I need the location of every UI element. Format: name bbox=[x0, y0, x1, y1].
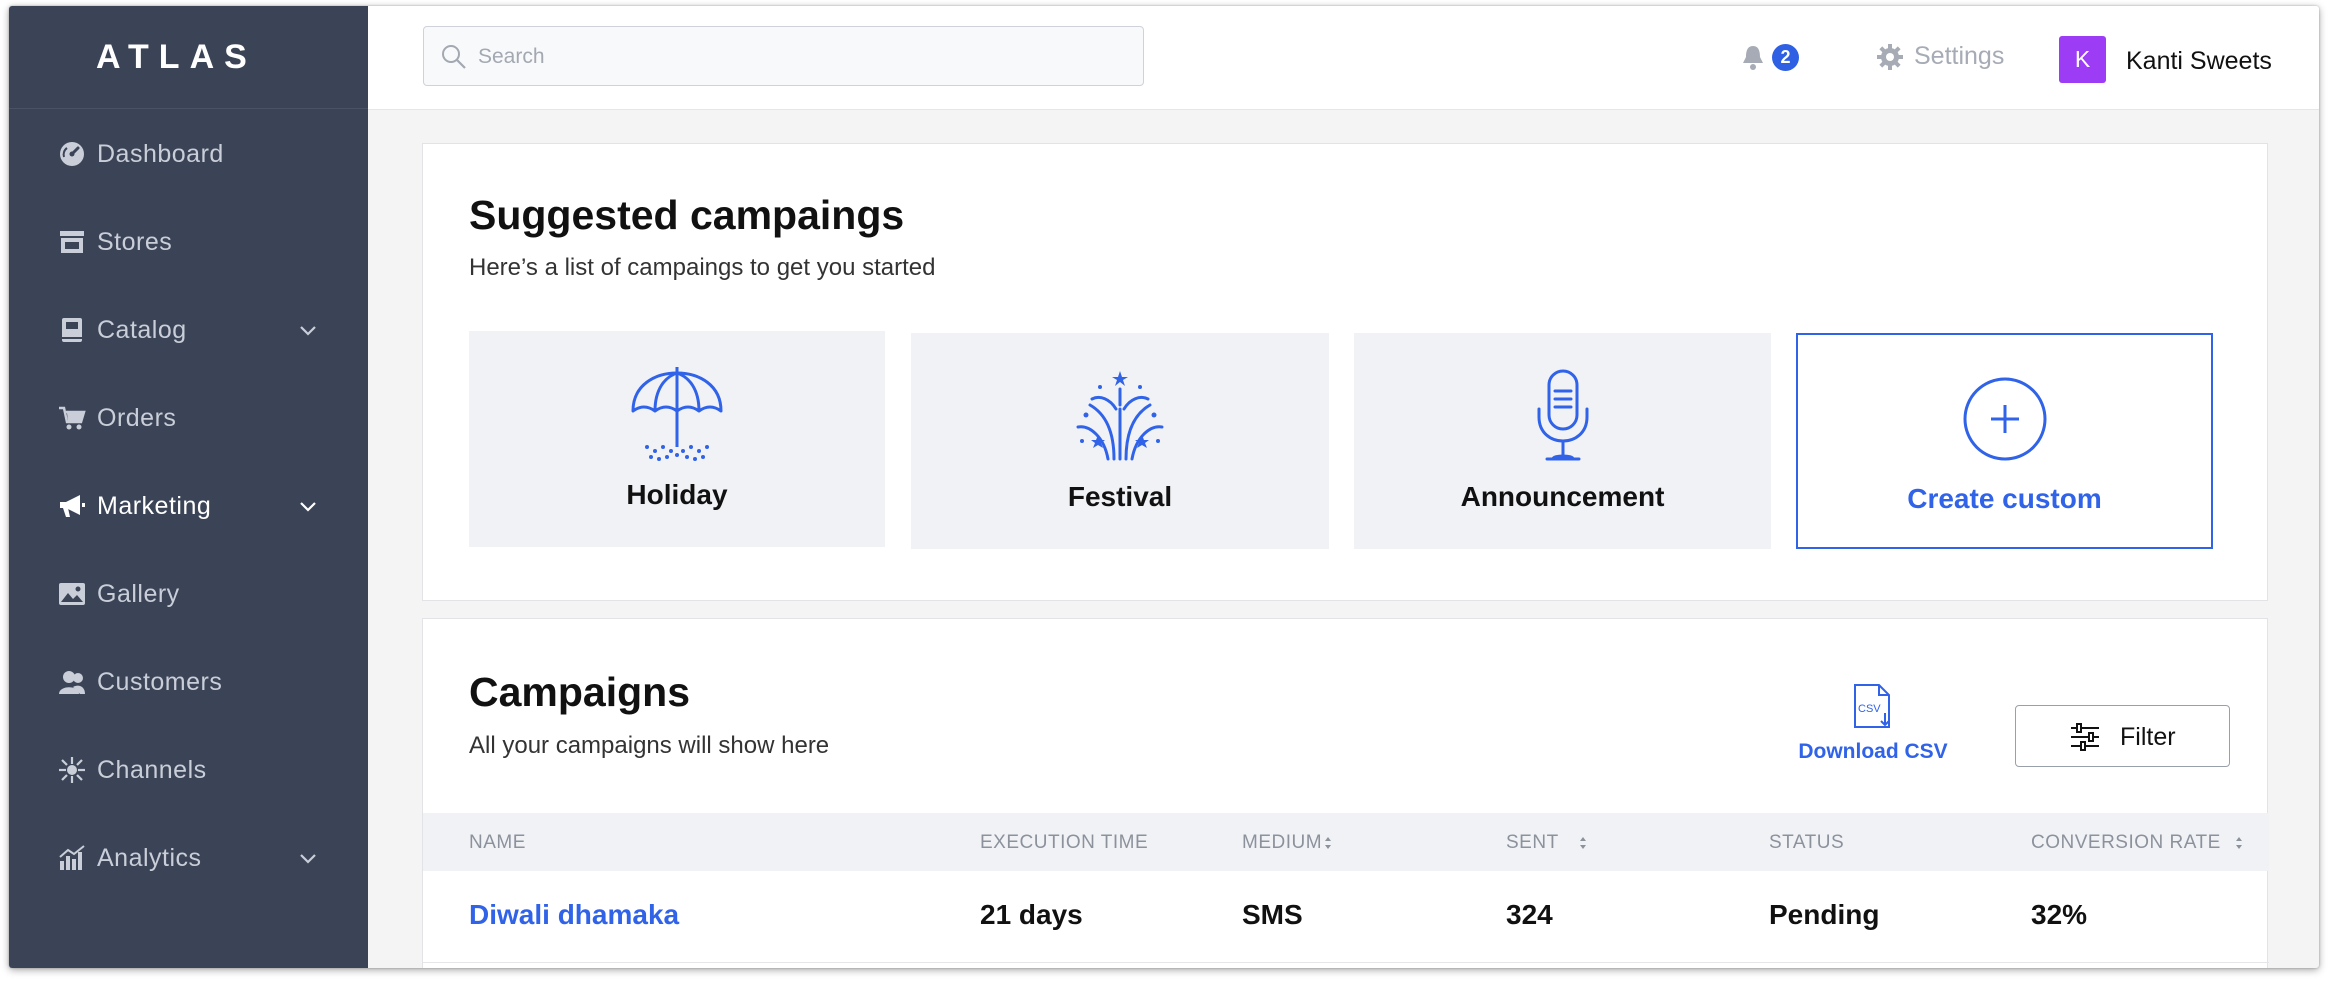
sidebar-item-label: Analytics bbox=[97, 843, 202, 872]
search-input[interactable] bbox=[478, 37, 1118, 77]
app-logo[interactable]: ATLAS bbox=[96, 38, 257, 77]
microphone-icon bbox=[1537, 369, 1588, 461]
sort-icon bbox=[2235, 837, 2242, 849]
sidebar-item-catalog[interactable]: Catalog bbox=[9, 300, 368, 360]
column-label: SENT bbox=[1506, 832, 1559, 853]
column-label: STATUS bbox=[1769, 832, 1845, 853]
conversion-rate-cell: 32% bbox=[2031, 899, 2088, 930]
chevron-down-icon bbox=[300, 326, 316, 336]
sidebar-item-label: Orders bbox=[97, 403, 177, 432]
sidebar-item-marketing[interactable]: Marketing bbox=[9, 476, 368, 536]
column-label: NAME bbox=[469, 832, 526, 853]
gallery-icon bbox=[57, 579, 87, 609]
sort-icon bbox=[1325, 837, 1332, 849]
tile-holiday[interactable]: Holiday bbox=[469, 331, 885, 547]
download-csv-button[interactable]: CSV Download CSV bbox=[1793, 683, 1953, 764]
tile-label: Festival bbox=[1067, 481, 1173, 512]
table-row[interactable]: Diwali dhamaka 21 days SMS 324 Pending 3… bbox=[423, 871, 2269, 963]
plus-circle-icon bbox=[1963, 377, 2046, 461]
tile-announcement[interactable]: Announcement bbox=[1354, 333, 1771, 549]
fireworks-icon bbox=[1076, 371, 1164, 461]
sidebar-item-gallery[interactable]: Gallery bbox=[9, 564, 368, 624]
sent-cell: 324 bbox=[1506, 899, 1553, 930]
sidebar-item-label: Gallery bbox=[97, 579, 180, 608]
settings-link[interactable]: Settings bbox=[1876, 42, 2004, 71]
customers-icon bbox=[57, 667, 87, 697]
column-header-status[interactable]: STATUS bbox=[1769, 832, 1844, 854]
execution-time-cell: 21 days bbox=[980, 899, 1083, 930]
status-cell: Pending bbox=[1769, 899, 1880, 930]
user-name[interactable]: Kanti Sweets bbox=[2126, 47, 2272, 76]
dashboard-icon bbox=[57, 139, 87, 169]
tile-label: Create custom bbox=[1907, 483, 2102, 514]
bell-icon[interactable] bbox=[1742, 44, 1764, 70]
campaigns-card: Campaigns All your campaigns will show h… bbox=[422, 618, 2269, 968]
column-label: MEDIUM bbox=[1242, 832, 1323, 853]
sidebar-item-label: Stores bbox=[97, 227, 173, 256]
top-bar: 2 Settings K Kanti Sweets bbox=[368, 6, 2319, 110]
umbrella-icon bbox=[631, 367, 723, 461]
sliders-icon bbox=[2071, 723, 2099, 751]
column-header-medium[interactable]: MEDIUM bbox=[1242, 832, 1332, 854]
download-csv-label: Download CSV bbox=[1798, 740, 1948, 763]
sidebar-item-label: Catalog bbox=[97, 315, 187, 344]
sidebar-item-label: Channels bbox=[97, 755, 207, 784]
sidebar-item-label: Customers bbox=[97, 667, 223, 696]
sidebar-item-label: Dashboard bbox=[97, 139, 224, 168]
channels-icon bbox=[57, 755, 87, 785]
store-icon bbox=[57, 227, 87, 257]
column-header-execution-time[interactable]: EXECUTION TIME bbox=[980, 832, 1148, 854]
filter-label: Filter bbox=[2120, 723, 2176, 751]
tile-festival[interactable]: Festival bbox=[911, 333, 1329, 549]
sidebar-item-customers[interactable]: Customers bbox=[9, 652, 368, 712]
medium-cell: SMS bbox=[1242, 899, 1303, 930]
suggested-title: Suggested campaings bbox=[469, 192, 905, 238]
notification-badge: 2 bbox=[1772, 44, 1799, 71]
column-label: EXECUTION TIME bbox=[980, 832, 1149, 853]
column-header-conversion-rate[interactable]: CONVERSION RATE bbox=[2031, 832, 2243, 854]
table-header: NAME EXECUTION TIME MEDIUM SENT STATUS C… bbox=[423, 813, 2269, 871]
csv-file-icon: CSV bbox=[1854, 684, 1890, 728]
sidebar-item-dashboard[interactable]: Dashboard bbox=[9, 124, 368, 184]
campaigns-subtitle: All your campaigns will show here bbox=[469, 732, 830, 759]
logo-area: ATLAS bbox=[9, 6, 368, 109]
suggested-subtitle: Here’s a list of campaings to get you st… bbox=[469, 254, 936, 281]
sort-icon bbox=[1579, 837, 1586, 849]
column-header-sent[interactable]: SENT bbox=[1506, 832, 1587, 854]
avatar[interactable]: K bbox=[2059, 36, 2106, 83]
app-window: ATLAS Dashboard Stores Catalog Orders Ma… bbox=[9, 6, 2319, 968]
create-custom-tile[interactable]: Create custom bbox=[1796, 333, 2213, 549]
search-box[interactable] bbox=[423, 26, 1144, 86]
gear-icon bbox=[1877, 43, 1903, 70]
column-header-name[interactable]: NAME bbox=[469, 832, 526, 854]
catalog-icon bbox=[57, 315, 87, 345]
csv-icon-text: CSV bbox=[1858, 703, 1881, 715]
column-label: CONVERSION RATE bbox=[2031, 832, 2221, 853]
settings-label: Settings bbox=[1914, 42, 2005, 70]
sidebar-item-channels[interactable]: Channels bbox=[9, 740, 368, 800]
sidebar-item-stores[interactable]: Stores bbox=[9, 212, 368, 272]
campaigns-title: Campaigns bbox=[469, 669, 690, 715]
cart-icon bbox=[57, 403, 87, 433]
analytics-icon bbox=[57, 843, 87, 873]
megaphone-icon bbox=[57, 491, 87, 521]
campaign-name-link[interactable]: Diwali dhamaka bbox=[469, 899, 679, 931]
sidebar-item-analytics[interactable]: Analytics bbox=[9, 828, 368, 888]
tile-label: Announcement bbox=[1460, 481, 1665, 512]
sidebar-item-label: Marketing bbox=[97, 491, 212, 520]
tile-label: Holiday bbox=[626, 479, 728, 510]
filter-button[interactable]: Filter bbox=[2015, 705, 2230, 767]
suggested-campaigns-card: Suggested campaings Here’s a list of cam… bbox=[422, 143, 2268, 601]
sidebar-item-orders[interactable]: Orders bbox=[9, 388, 368, 448]
search-icon bbox=[442, 45, 466, 69]
chevron-down-icon bbox=[300, 502, 316, 512]
chevron-down-icon bbox=[300, 854, 316, 864]
sidebar: ATLAS Dashboard Stores Catalog Orders Ma… bbox=[9, 6, 368, 968]
